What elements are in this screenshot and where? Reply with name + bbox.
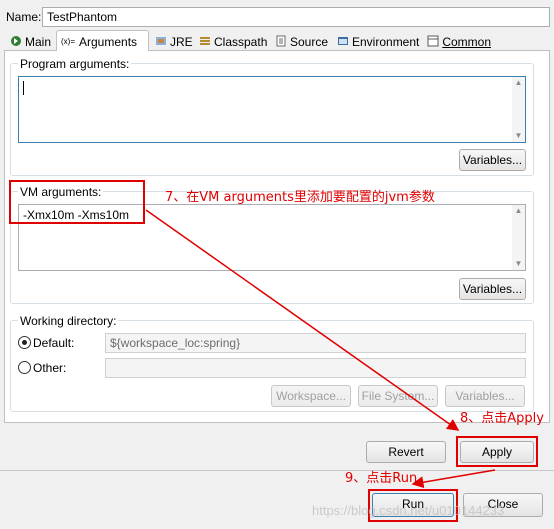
watermark: https://blog.csdn.net/u010144233 — [312, 503, 505, 518]
step7-annotation: 7、在VM arguments里添加要配置的jvm参数 — [165, 190, 435, 205]
annotation-arrows — [145, 209, 496, 489]
arrow-to-apply — [145, 209, 460, 431]
arrow-to-run — [411, 469, 496, 489]
step9-annotation: 9、点击Run — [345, 471, 418, 486]
step8-annotation: 8、点击Apply — [460, 411, 544, 426]
